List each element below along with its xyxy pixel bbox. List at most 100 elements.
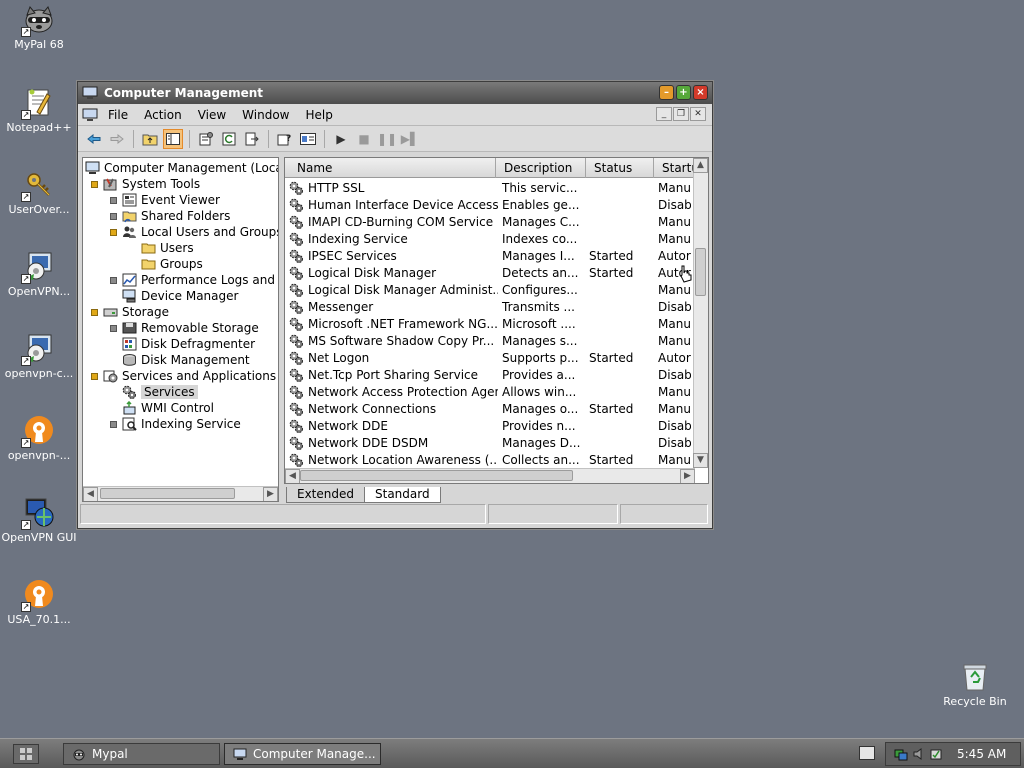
forward-icon[interactable]: [107, 129, 127, 149]
desktop-icon[interactable]: ↗ openvpn-...: [1, 414, 77, 462]
collapsed-node-icon[interactable]: [110, 196, 117, 204]
service-row[interactable]: IPSEC Services Manages I... Started Autor: [285, 247, 695, 264]
service-row[interactable]: MS Software Shadow Copy Pr... Manages s..…: [285, 332, 695, 349]
desktop-icon[interactable]: ↗ openvpn-c...: [1, 332, 77, 380]
speaker-icon[interactable]: [913, 747, 925, 761]
service-row[interactable]: Net.Tcp Port Sharing Service Provides a..…: [285, 366, 695, 383]
tree-horizontal-scrollbar[interactable]: ◀ ▶: [83, 486, 278, 501]
scroll-right-arrow-icon[interactable]: ▶: [680, 468, 695, 483]
collapsed-node-icon[interactable]: [110, 420, 117, 428]
expanded-node-icon[interactable]: [110, 228, 117, 236]
tree-node[interactable]: Removable Storage: [110, 320, 259, 336]
desktop-icon[interactable]: ↗ UserOver...: [1, 168, 77, 216]
properties-icon[interactable]: [196, 129, 216, 149]
tree-node[interactable]: Disk Management: [110, 352, 250, 368]
service-row[interactable]: Network Location Awareness (... Collects …: [285, 451, 695, 468]
service-row[interactable]: Network Access Protection Agent Allows wi…: [285, 383, 695, 400]
taskbar-button-mypal[interactable]: Mypal: [63, 743, 220, 765]
tree-node[interactable]: Storage: [91, 304, 169, 320]
tree-node[interactable]: Users: [129, 240, 194, 256]
list-vertical-scrollbar[interactable]: ▲ ▼: [693, 158, 708, 468]
taskbar-button-computer-management[interactable]: Computer Manage...: [224, 743, 381, 765]
service-row[interactable]: Indexing Service Indexes co... Manu: [285, 230, 695, 247]
back-icon[interactable]: [84, 129, 104, 149]
tree-node[interactable]: Device Manager: [110, 288, 238, 304]
scroll-down-arrow-icon[interactable]: ▼: [693, 453, 708, 468]
service-row[interactable]: IMAPI CD-Burning COM Service Manages C...…: [285, 213, 695, 230]
service-row[interactable]: Network Connections Manages o... Started Ma…: [285, 400, 695, 417]
child-minimize-button[interactable]: _: [656, 107, 672, 121]
menu-window[interactable]: Window: [234, 108, 297, 122]
service-row[interactable]: Human Interface Device Access Enables ge.…: [285, 196, 695, 213]
console-menu-icon[interactable]: [82, 108, 98, 122]
refresh-icon[interactable]: [219, 129, 239, 149]
scroll-thumb[interactable]: [695, 248, 706, 296]
console-tree[interactable]: Computer Management (Local System Tools Ev…: [82, 157, 279, 502]
tree-node[interactable]: Shared Folders: [110, 208, 230, 224]
services-list[interactable]: Name Description Status Startu HTTP SSL T…: [284, 157, 709, 484]
tab-standard[interactable]: Standard: [364, 487, 441, 503]
service-row[interactable]: Microsoft .NET Framework NG... Microsoft …: [285, 315, 695, 332]
console-icon[interactable]: [298, 129, 318, 149]
expanded-node-icon[interactable]: [91, 180, 98, 188]
pause-icon[interactable]: ❚❚: [377, 129, 397, 149]
child-close-button[interactable]: ✕: [690, 107, 706, 121]
keyboard-icon[interactable]: [859, 746, 875, 760]
computer-management-window[interactable]: Computer Management – + × File Action Vi…: [77, 81, 713, 529]
expanded-node-icon[interactable]: [91, 308, 98, 316]
menu-view[interactable]: View: [190, 108, 234, 122]
service-row[interactable]: Logical Disk Manager Administ... Configur…: [285, 281, 695, 298]
column-header-name[interactable]: Name: [285, 158, 496, 178]
start-button[interactable]: [13, 744, 39, 764]
tab-extended[interactable]: Extended: [286, 487, 365, 503]
menu-file[interactable]: File: [100, 108, 136, 122]
service-row[interactable]: Network DDE Provides n... Disab: [285, 417, 695, 434]
tree-node[interactable]: Performance Logs and A: [110, 272, 278, 288]
desktop-icon[interactable]: ↗ Notepad++: [1, 86, 77, 134]
scroll-up-arrow-icon[interactable]: ▲: [693, 158, 708, 173]
desktop-icon[interactable]: ↗ USA_70.1...: [1, 578, 77, 626]
service-row[interactable]: Net Logon Supports p... Started Autor: [285, 349, 695, 366]
tree-node[interactable]: Disk Defragmenter: [110, 336, 255, 352]
up-folder-icon[interactable]: [140, 129, 160, 149]
desktop-icon[interactable]: Recycle Bin: [937, 660, 1013, 708]
tree-node[interactable]: Indexing Service: [110, 416, 241, 432]
tree-node[interactable]: Services and Applications: [91, 368, 276, 384]
maximize-button[interactable]: +: [676, 85, 691, 100]
close-button[interactable]: ×: [693, 85, 708, 100]
desktop-icon[interactable]: ↗ MyPal 68: [1, 3, 77, 51]
export-icon[interactable]: [242, 129, 262, 149]
menu-help[interactable]: Help: [298, 108, 341, 122]
show-tree-icon[interactable]: [163, 128, 183, 149]
stop-icon[interactable]: ■: [354, 129, 374, 149]
tree-node[interactable]: WMI Control: [110, 400, 214, 416]
scroll-left-arrow-icon[interactable]: ◀: [83, 486, 98, 501]
column-header-description[interactable]: Description: [496, 158, 586, 178]
service-row[interactable]: HTTP SSL This servic... Manu: [285, 179, 695, 196]
column-header-startup[interactable]: Startu: [654, 158, 695, 178]
collapsed-node-icon[interactable]: [110, 276, 117, 284]
restart-icon[interactable]: ▶▌: [400, 129, 420, 149]
service-row[interactable]: Messenger Transmits ... Disab: [285, 298, 695, 315]
scroll-right-arrow-icon[interactable]: ▶: [263, 486, 278, 501]
scroll-thumb[interactable]: [300, 469, 573, 481]
scroll-left-arrow-icon[interactable]: ◀: [285, 468, 300, 483]
service-row[interactable]: Network DDE DSDM Manages D... Disab: [285, 434, 695, 451]
column-header-status[interactable]: Status: [586, 158, 654, 178]
service-row[interactable]: Logical Disk Manager Detects an... Started…: [285, 264, 695, 281]
desktop-icon[interactable]: ↗ OpenVPN GUI: [1, 496, 77, 544]
help-icon[interactable]: ?: [275, 129, 295, 149]
menu-action[interactable]: Action: [136, 108, 190, 122]
tree-node[interactable]: System Tools: [91, 176, 200, 192]
scroll-thumb[interactable]: [100, 487, 235, 499]
collapsed-node-icon[interactable]: [110, 212, 117, 220]
tree-node[interactable]: Groups: [129, 256, 203, 272]
tree-node[interactable]: Services: [110, 384, 198, 400]
minimize-button[interactable]: –: [659, 85, 674, 100]
title-bar[interactable]: Computer Management – + ×: [78, 82, 712, 104]
network-icon[interactable]: [894, 747, 908, 761]
security-icon[interactable]: [930, 747, 942, 761]
list-horizontal-scrollbar[interactable]: ◀ ▶: [285, 468, 695, 483]
tree-node[interactable]: Local Users and Groups: [110, 224, 278, 240]
play-icon[interactable]: ▶: [331, 129, 351, 149]
